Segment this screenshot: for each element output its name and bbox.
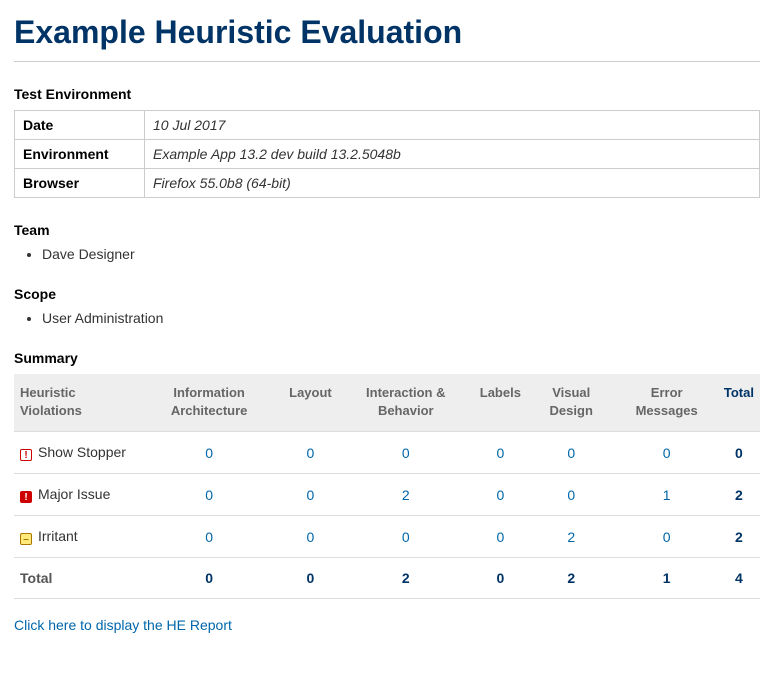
cell-col-total[interactable]: 2 (527, 558, 616, 599)
env-environment-value: Example App 13.2 dev build 13.2.5048b (145, 140, 760, 169)
scope-list: User Administration (14, 310, 760, 326)
env-date-value: 10 Jul 2017 (145, 111, 760, 140)
env-browser-label: Browser (15, 169, 145, 198)
cell-value[interactable]: 1 (616, 474, 718, 516)
display-report-link[interactable]: Click here to display the HE Report (14, 617, 232, 633)
env-environment-label: Environment (15, 140, 145, 169)
summary-header-row: Heuristic Violations Information Archite… (14, 374, 760, 432)
col-information-architecture: Information Architecture (135, 374, 283, 432)
summary-table: Heuristic Violations Information Archite… (14, 374, 760, 599)
cell-col-total[interactable]: 1 (616, 558, 718, 599)
heading-summary: Summary (14, 350, 760, 366)
cell-value[interactable]: 2 (338, 474, 474, 516)
col-labels: Labels (474, 374, 527, 432)
row-text-major-issue: Major Issue (38, 486, 110, 502)
summary-row-major-issue: ! Major Issue 0 0 2 0 0 1 2 (14, 474, 760, 516)
row-label-irritant: –Irritant (14, 516, 135, 558)
row-text-irritant: Irritant (38, 528, 78, 544)
cell-col-total[interactable]: 2 (338, 558, 474, 599)
summary-row-total: Total 0 0 2 0 2 1 4 (14, 558, 760, 599)
col-layout: Layout (283, 374, 338, 432)
team-list: Dave Designer (14, 246, 760, 262)
col-heuristic-violations: Heuristic Violations (14, 374, 135, 432)
cell-value[interactable]: 0 (527, 432, 616, 474)
cell-value[interactable]: 0 (474, 516, 527, 558)
row-label-major-issue: ! Major Issue (14, 474, 135, 516)
cell-value[interactable]: 0 (616, 516, 718, 558)
heading-team: Team (14, 222, 760, 238)
cell-value[interactable]: 0 (135, 432, 283, 474)
summary-row-irritant: –Irritant 0 0 0 0 2 0 2 (14, 516, 760, 558)
row-label-total: Total (14, 558, 135, 599)
cell-grand-total[interactable]: 4 (718, 558, 760, 599)
major-issue-icon: ! (20, 491, 32, 503)
cell-col-total[interactable]: 0 (135, 558, 283, 599)
env-browser-value: Firefox 55.0b8 (64-bit) (145, 169, 760, 198)
heading-test-environment: Test Environment (14, 86, 760, 102)
test-environment-table: Date 10 Jul 2017 Environment Example App… (14, 110, 760, 198)
cell-value[interactable]: 0 (135, 516, 283, 558)
irritant-icon: – (20, 533, 32, 545)
cell-value[interactable]: 0 (338, 516, 474, 558)
cell-row-total[interactable]: 0 (718, 432, 760, 474)
cell-value[interactable]: 0 (283, 432, 338, 474)
show-stopper-icon: ! (20, 449, 32, 461)
cell-value[interactable]: 0 (135, 474, 283, 516)
page-title: Example Heuristic Evaluation (14, 14, 760, 62)
env-row-browser: Browser Firefox 55.0b8 (64-bit) (15, 169, 760, 198)
cell-row-total[interactable]: 2 (718, 516, 760, 558)
row-label-show-stopper: ! Show Stopper (14, 432, 135, 474)
cell-col-total[interactable]: 0 (283, 558, 338, 599)
cell-value[interactable]: 2 (527, 516, 616, 558)
cell-row-total[interactable]: 2 (718, 474, 760, 516)
cell-value[interactable]: 0 (283, 516, 338, 558)
col-interaction-behavior: Interaction & Behavior (338, 374, 474, 432)
scope-item: User Administration (42, 310, 760, 326)
env-row-environment: Environment Example App 13.2 dev build 1… (15, 140, 760, 169)
col-error-messages: Error Messages (616, 374, 718, 432)
cell-col-total[interactable]: 0 (474, 558, 527, 599)
team-member: Dave Designer (42, 246, 760, 262)
row-text-show-stopper: Show Stopper (38, 444, 126, 460)
env-row-date: Date 10 Jul 2017 (15, 111, 760, 140)
cell-value[interactable]: 0 (283, 474, 338, 516)
cell-value[interactable]: 0 (338, 432, 474, 474)
cell-value[interactable]: 0 (527, 474, 616, 516)
cell-value[interactable]: 0 (474, 474, 527, 516)
cell-value[interactable]: 0 (474, 432, 527, 474)
col-visual-design: Visual Design (527, 374, 616, 432)
env-date-label: Date (15, 111, 145, 140)
cell-value[interactable]: 0 (616, 432, 718, 474)
summary-row-show-stopper: ! Show Stopper 0 0 0 0 0 0 0 (14, 432, 760, 474)
col-total: Total (718, 374, 760, 432)
heading-scope: Scope (14, 286, 760, 302)
